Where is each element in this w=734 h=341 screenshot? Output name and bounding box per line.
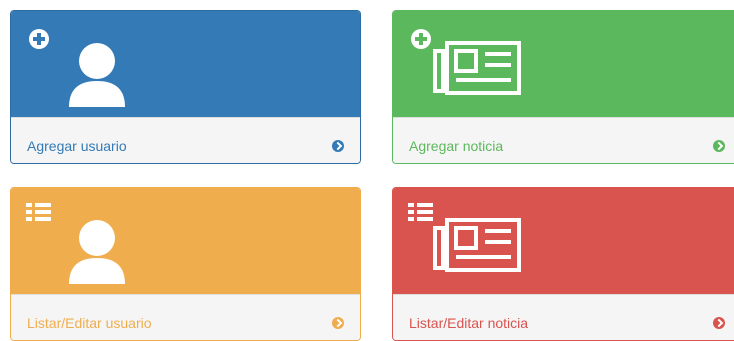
card-footer[interactable]: Agregar noticia: [393, 117, 734, 163]
card-footer[interactable]: Listar/Editar usuario: [11, 294, 360, 340]
add-user-icon: [29, 29, 125, 107]
arrow-circle-right-icon[interactable]: [332, 317, 344, 329]
list-edit-news-card[interactable]: Listar/Editar noticia: [392, 187, 734, 341]
user-icon: [26, 203, 125, 284]
arrow-circle-right-icon[interactable]: [713, 317, 725, 329]
card-label[interactable]: Listar/Editar noticia: [409, 315, 528, 331]
newspaper-icon: [411, 29, 521, 95]
card-footer[interactable]: Agregar usuario: [11, 117, 360, 163]
card-footer[interactable]: Listar/Editar noticia: [393, 294, 734, 340]
arrow-circle-right-icon[interactable]: [332, 140, 344, 152]
card-header: [393, 11, 734, 117]
add-user-card[interactable]: Agregar usuario: [10, 10, 361, 164]
card-label[interactable]: Listar/Editar usuario: [27, 315, 152, 331]
add-news-card[interactable]: Agregar noticia: [392, 10, 734, 164]
card-label[interactable]: Agregar usuario: [27, 138, 127, 154]
card-header: [11, 11, 360, 117]
newspaper-icon: [408, 203, 521, 272]
card-label[interactable]: Agregar noticia: [409, 138, 503, 154]
card-header: [11, 188, 360, 294]
card-header: [393, 188, 734, 294]
arrow-circle-right-icon[interactable]: [713, 140, 725, 152]
list-edit-user-card[interactable]: Listar/Editar usuario: [10, 187, 361, 341]
